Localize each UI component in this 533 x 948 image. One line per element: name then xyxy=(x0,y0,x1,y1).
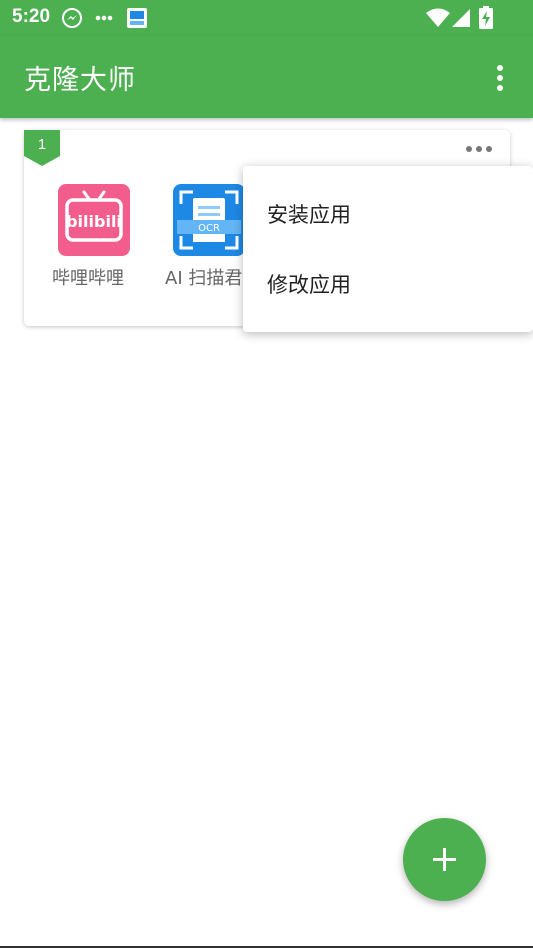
svg-text:bilibili: bilibili xyxy=(66,212,122,231)
more-horiz-icon xyxy=(466,146,492,152)
ocr-scanner-icon: OCR xyxy=(173,184,245,256)
app-label: AI 扫描君 xyxy=(165,268,243,289)
status-time: 5:20 xyxy=(12,6,51,27)
app-bar: 克隆大师 xyxy=(0,36,533,118)
more-vert-icon xyxy=(497,65,503,91)
menu-item-modify-app[interactable]: 修改应用 xyxy=(243,250,533,320)
app-label: 哔哩哔哩 xyxy=(52,268,124,289)
menu-item-install-app[interactable]: 安装应用 xyxy=(243,180,533,250)
battery-charging-icon xyxy=(479,6,493,29)
app-item-bilibili[interactable]: bilibili 哔哩哔哩 xyxy=(44,184,144,294)
page-title: 克隆大师 xyxy=(24,65,136,96)
app-item-ai-scanner[interactable]: OCR AI 扫描君 xyxy=(160,184,250,294)
svg-text:OCR: OCR xyxy=(198,223,220,234)
card-badge-number: 1 xyxy=(37,136,47,153)
wifi-icon xyxy=(426,8,450,27)
image-notification-icon xyxy=(127,8,147,28)
card-more-button[interactable] xyxy=(464,138,494,160)
card-number-badge: 1 xyxy=(24,130,60,166)
plus-icon xyxy=(433,848,456,871)
status-bar: 5:20 xyxy=(0,0,533,36)
overflow-menu-button[interactable] xyxy=(482,56,518,100)
popup-menu: 安装应用 修改应用 xyxy=(243,166,533,332)
add-clone-fab[interactable] xyxy=(403,818,486,901)
messenger-icon xyxy=(62,8,82,28)
more-dots-icon xyxy=(95,15,113,21)
signal-icon xyxy=(452,9,470,27)
bilibili-icon: bilibili xyxy=(58,184,130,256)
